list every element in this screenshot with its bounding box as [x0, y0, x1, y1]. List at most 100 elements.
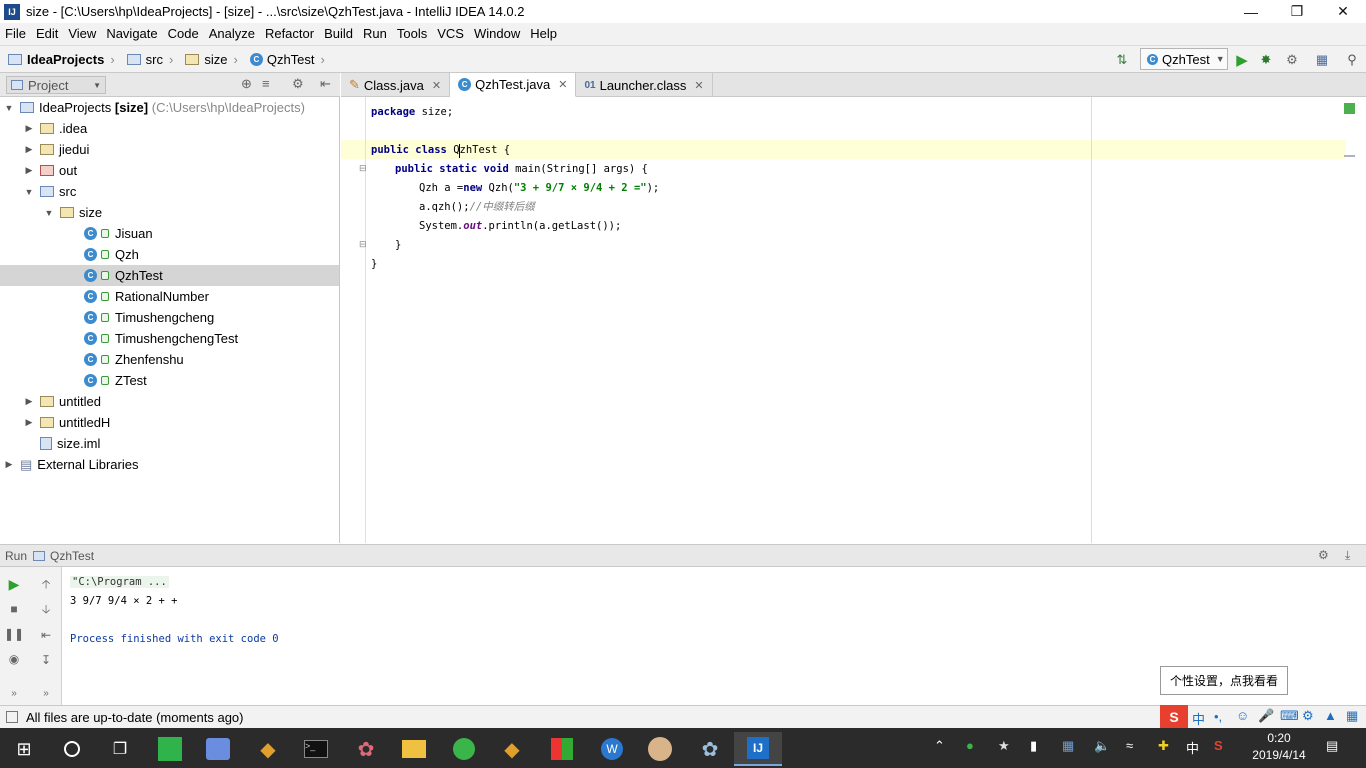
- taskbar-app-8[interactable]: ◆: [488, 732, 536, 766]
- breadcrumb-class[interactable]: C QzhTest ›: [242, 52, 329, 67]
- taskbar-explorer[interactable]: [390, 732, 438, 766]
- search-icon[interactable]: ⚲: [1344, 52, 1360, 68]
- taskbar-app-9[interactable]: [538, 732, 586, 766]
- sogou-tray-icon[interactable]: S: [1214, 738, 1223, 753]
- ime-chinese-icon[interactable]: 中: [1192, 709, 1205, 728]
- scroll-to-end-icon[interactable]: ↧: [38, 652, 54, 668]
- collapse-all-icon[interactable]: ≡: [262, 76, 270, 91]
- tray-qq-icon[interactable]: ★: [998, 738, 1010, 754]
- chevron-up-icon[interactable]: ⌃: [934, 738, 945, 754]
- taskbar-app-1[interactable]: [146, 732, 194, 766]
- soft-wrap-icon[interactable]: ⇤: [38, 627, 54, 643]
- toolbox-icon[interactable]: ▦: [1346, 708, 1358, 724]
- collapse-arrow-icon[interactable]: ▼: [44, 208, 54, 218]
- sogou-ime-icon[interactable]: S: [1160, 705, 1188, 729]
- expand-arrow-icon[interactable]: ▶: [24, 144, 34, 155]
- menu-code[interactable]: Code: [163, 23, 204, 45]
- tray-plus-icon[interactable]: ✚: [1158, 738, 1169, 754]
- battery-icon[interactable]: ▮: [1030, 738, 1037, 754]
- console-output[interactable]: "C:\Program ... 3 9/7 9/4 × 2 + + Proces…: [62, 567, 1347, 705]
- collapse-arrow-icon[interactable]: ▼: [24, 187, 34, 197]
- console-command-line[interactable]: "C:\Program ...: [70, 576, 169, 588]
- close-icon[interactable]: ✕: [432, 79, 441, 92]
- expand-arrow-icon[interactable]: ▶: [4, 459, 14, 470]
- tab-launcher-class[interactable]: 01 Launcher.class ✕: [576, 73, 713, 97]
- tree-item-untitledh[interactable]: ▶ untitledH: [0, 412, 339, 433]
- gear-icon[interactable]: ⚙: [292, 76, 304, 92]
- shirt-icon[interactable]: ▲: [1324, 708, 1337, 723]
- menu-build[interactable]: Build: [319, 23, 358, 45]
- sort-icon[interactable]: ⇅: [1114, 52, 1130, 68]
- taskbar-app-2[interactable]: [194, 732, 242, 766]
- tree-item-untitled[interactable]: ▶ untitled: [0, 391, 339, 412]
- pause-icon[interactable]: ❚❚: [4, 626, 24, 642]
- tree-item-ztest[interactable]: C ZTest: [0, 370, 339, 391]
- rerun-icon[interactable]: ▶: [6, 576, 22, 592]
- close-icon[interactable]: ✕: [558, 78, 567, 91]
- taskbar-app-11[interactable]: [636, 732, 684, 766]
- ime-tooltip[interactable]: 个性设置，点我看看: [1160, 666, 1288, 695]
- tree-item-jisuan[interactable]: C Jisuan: [0, 223, 339, 244]
- breadcrumb-src[interactable]: src ›: [119, 52, 178, 67]
- tree-item-ideaprojects[interactable]: ▼ IdeaProjects [size] (C:\Users\hp\IdeaPr…: [0, 97, 339, 118]
- menu-navigate[interactable]: Navigate: [101, 23, 162, 45]
- task-view-button[interactable]: ❐: [96, 732, 144, 766]
- menu-refactor[interactable]: Refactor: [260, 23, 319, 45]
- start-button[interactable]: ⊞: [0, 732, 48, 766]
- notification-icon[interactable]: ▤: [1326, 738, 1338, 754]
- more-icon[interactable]: »: [38, 685, 54, 701]
- tree-item-size-iml[interactable]: size.iml: [0, 433, 339, 454]
- taskbar-app-10[interactable]: W: [588, 732, 636, 766]
- inspection-ok-icon[interactable]: [1344, 103, 1355, 114]
- taskbar-app-5[interactable]: ✿: [342, 732, 390, 766]
- close-button[interactable]: ✕: [1320, 0, 1366, 23]
- microphone-icon[interactable]: 🎤: [1258, 708, 1274, 724]
- project-structure-icon[interactable]: ▦: [1314, 52, 1330, 68]
- restore-button[interactable]: ❐: [1274, 0, 1320, 23]
- tree-item-src[interactable]: ▼ src: [0, 181, 339, 202]
- more-icon[interactable]: »: [6, 685, 22, 701]
- tree-item-out[interactable]: ▶ out: [0, 160, 339, 181]
- taskbar-cmd[interactable]: >_: [292, 732, 340, 766]
- taskbar-browser[interactable]: [440, 732, 488, 766]
- coverage-icon[interactable]: ⚙: [1284, 52, 1300, 68]
- volume-icon[interactable]: 🔈: [1094, 738, 1110, 754]
- tree-item-qzh[interactable]: C Qzh: [0, 244, 339, 265]
- camera-icon[interactable]: ◉: [6, 651, 22, 667]
- close-icon[interactable]: ✕: [694, 79, 703, 92]
- wifi-icon[interactable]: ≈: [1126, 738, 1133, 753]
- menu-run[interactable]: Run: [358, 23, 392, 45]
- fold-icon[interactable]: ⊟: [359, 239, 367, 250]
- tab-qzhtest-java[interactable]: C QzhTest.java ✕: [450, 73, 577, 97]
- expand-arrow-icon[interactable]: ▶: [24, 417, 34, 428]
- ime-indicator[interactable]: 中: [1186, 738, 1199, 757]
- clock[interactable]: 0:20 2019/4/14: [1244, 730, 1314, 766]
- skin-icon[interactable]: ⚙: [1302, 708, 1314, 724]
- breadcrumb-size[interactable]: size ›: [177, 52, 241, 67]
- tab-class-java[interactable]: ✎ Class.java ✕: [341, 73, 451, 97]
- menu-help[interactable]: Help: [525, 23, 562, 45]
- tree-item-size[interactable]: ▼ size: [0, 202, 339, 223]
- tree-item-jiedui[interactable]: ▶ jiedui: [0, 139, 339, 160]
- project-view-select[interactable]: Project ▼: [6, 76, 106, 94]
- emoji-icon[interactable]: ☺: [1236, 708, 1249, 723]
- expand-arrow-icon[interactable]: ▼: [4, 103, 14, 113]
- punctuation-icon[interactable]: •,: [1214, 709, 1222, 724]
- scroll-from-source-icon[interactable]: ⊕: [241, 76, 252, 92]
- debug-icon[interactable]: ✸: [1258, 52, 1274, 68]
- menu-edit[interactable]: Edit: [31, 23, 63, 45]
- cortana-button[interactable]: [48, 732, 96, 766]
- stop-icon[interactable]: ■: [6, 601, 22, 617]
- expand-arrow-icon[interactable]: ▶: [24, 123, 34, 134]
- code-editor[interactable]: ⊟ ⊟ package size; public class QzhTest {…: [341, 97, 1366, 543]
- menu-tools[interactable]: Tools: [392, 23, 432, 45]
- taskbar-app-12[interactable]: ✿: [686, 732, 734, 766]
- tray-box-icon[interactable]: ▦: [1062, 738, 1074, 754]
- tree-item-external-libraries[interactable]: ▶ ▤ External Libraries: [0, 454, 339, 475]
- taskbar-app-3[interactable]: ◆: [244, 732, 292, 766]
- keyboard-icon[interactable]: ⌨: [1280, 708, 1299, 724]
- run-config-select[interactable]: C QzhTest ▼: [1140, 48, 1228, 70]
- tray-green-icon[interactable]: ●: [966, 738, 974, 753]
- tool-windows-icon[interactable]: [6, 711, 18, 723]
- expand-arrow-icon[interactable]: ▶: [24, 396, 34, 407]
